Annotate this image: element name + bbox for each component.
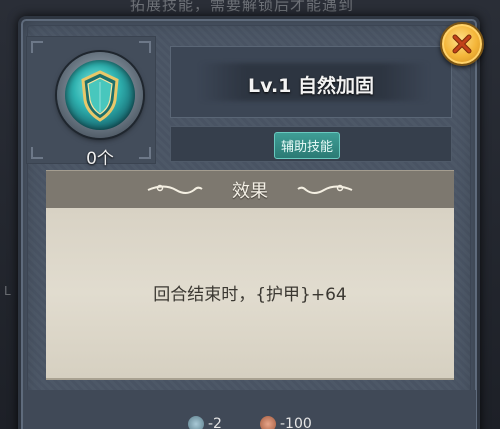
background-hint-text: 拓展技能，需要解锁后才能遇到 [130, 0, 355, 14]
skill-title: Lv.1 自然加固 [248, 75, 374, 97]
effect-body: 回合结束时，{护甲}+64 [46, 208, 454, 380]
skill-type-bar: 辅助技能 [170, 126, 452, 162]
skill-title-box: Lv.1 自然加固 [170, 46, 452, 118]
skill-count: 0个 [86, 149, 114, 169]
game-screen: 拓展技能，需要解锁后才能遇到 L 0个 Lv.1 自然加固 辅助技能 效果 回合… [0, 0, 500, 429]
skill-type-badge: 辅助技能 [274, 132, 341, 159]
frame-corner [139, 147, 151, 159]
cost-item-1: -2 [188, 416, 222, 429]
background-left-letter: L [4, 284, 11, 298]
frame-corner [139, 41, 151, 53]
frame-corner [31, 41, 43, 53]
effect-description: 回合结束时，{护甲}+64 [153, 285, 347, 305]
cost-item-1-value: -2 [208, 416, 222, 429]
gem-icon [188, 416, 204, 429]
close-button[interactable] [440, 22, 484, 66]
cost-item-2-value: -100 [280, 416, 312, 429]
skill-icon-inner [65, 60, 135, 130]
skill-icon[interactable] [57, 52, 143, 138]
effect-header: 效果 [46, 170, 454, 208]
effect-title: 效果 [232, 181, 268, 202]
close-icon [452, 34, 472, 54]
right-ornament-icon [297, 184, 353, 194]
cost-bar [24, 390, 476, 429]
frame-corner [31, 147, 43, 159]
shield-icon [81, 70, 119, 122]
cost-item-2: -100 [260, 416, 312, 429]
coin-icon [260, 416, 276, 429]
